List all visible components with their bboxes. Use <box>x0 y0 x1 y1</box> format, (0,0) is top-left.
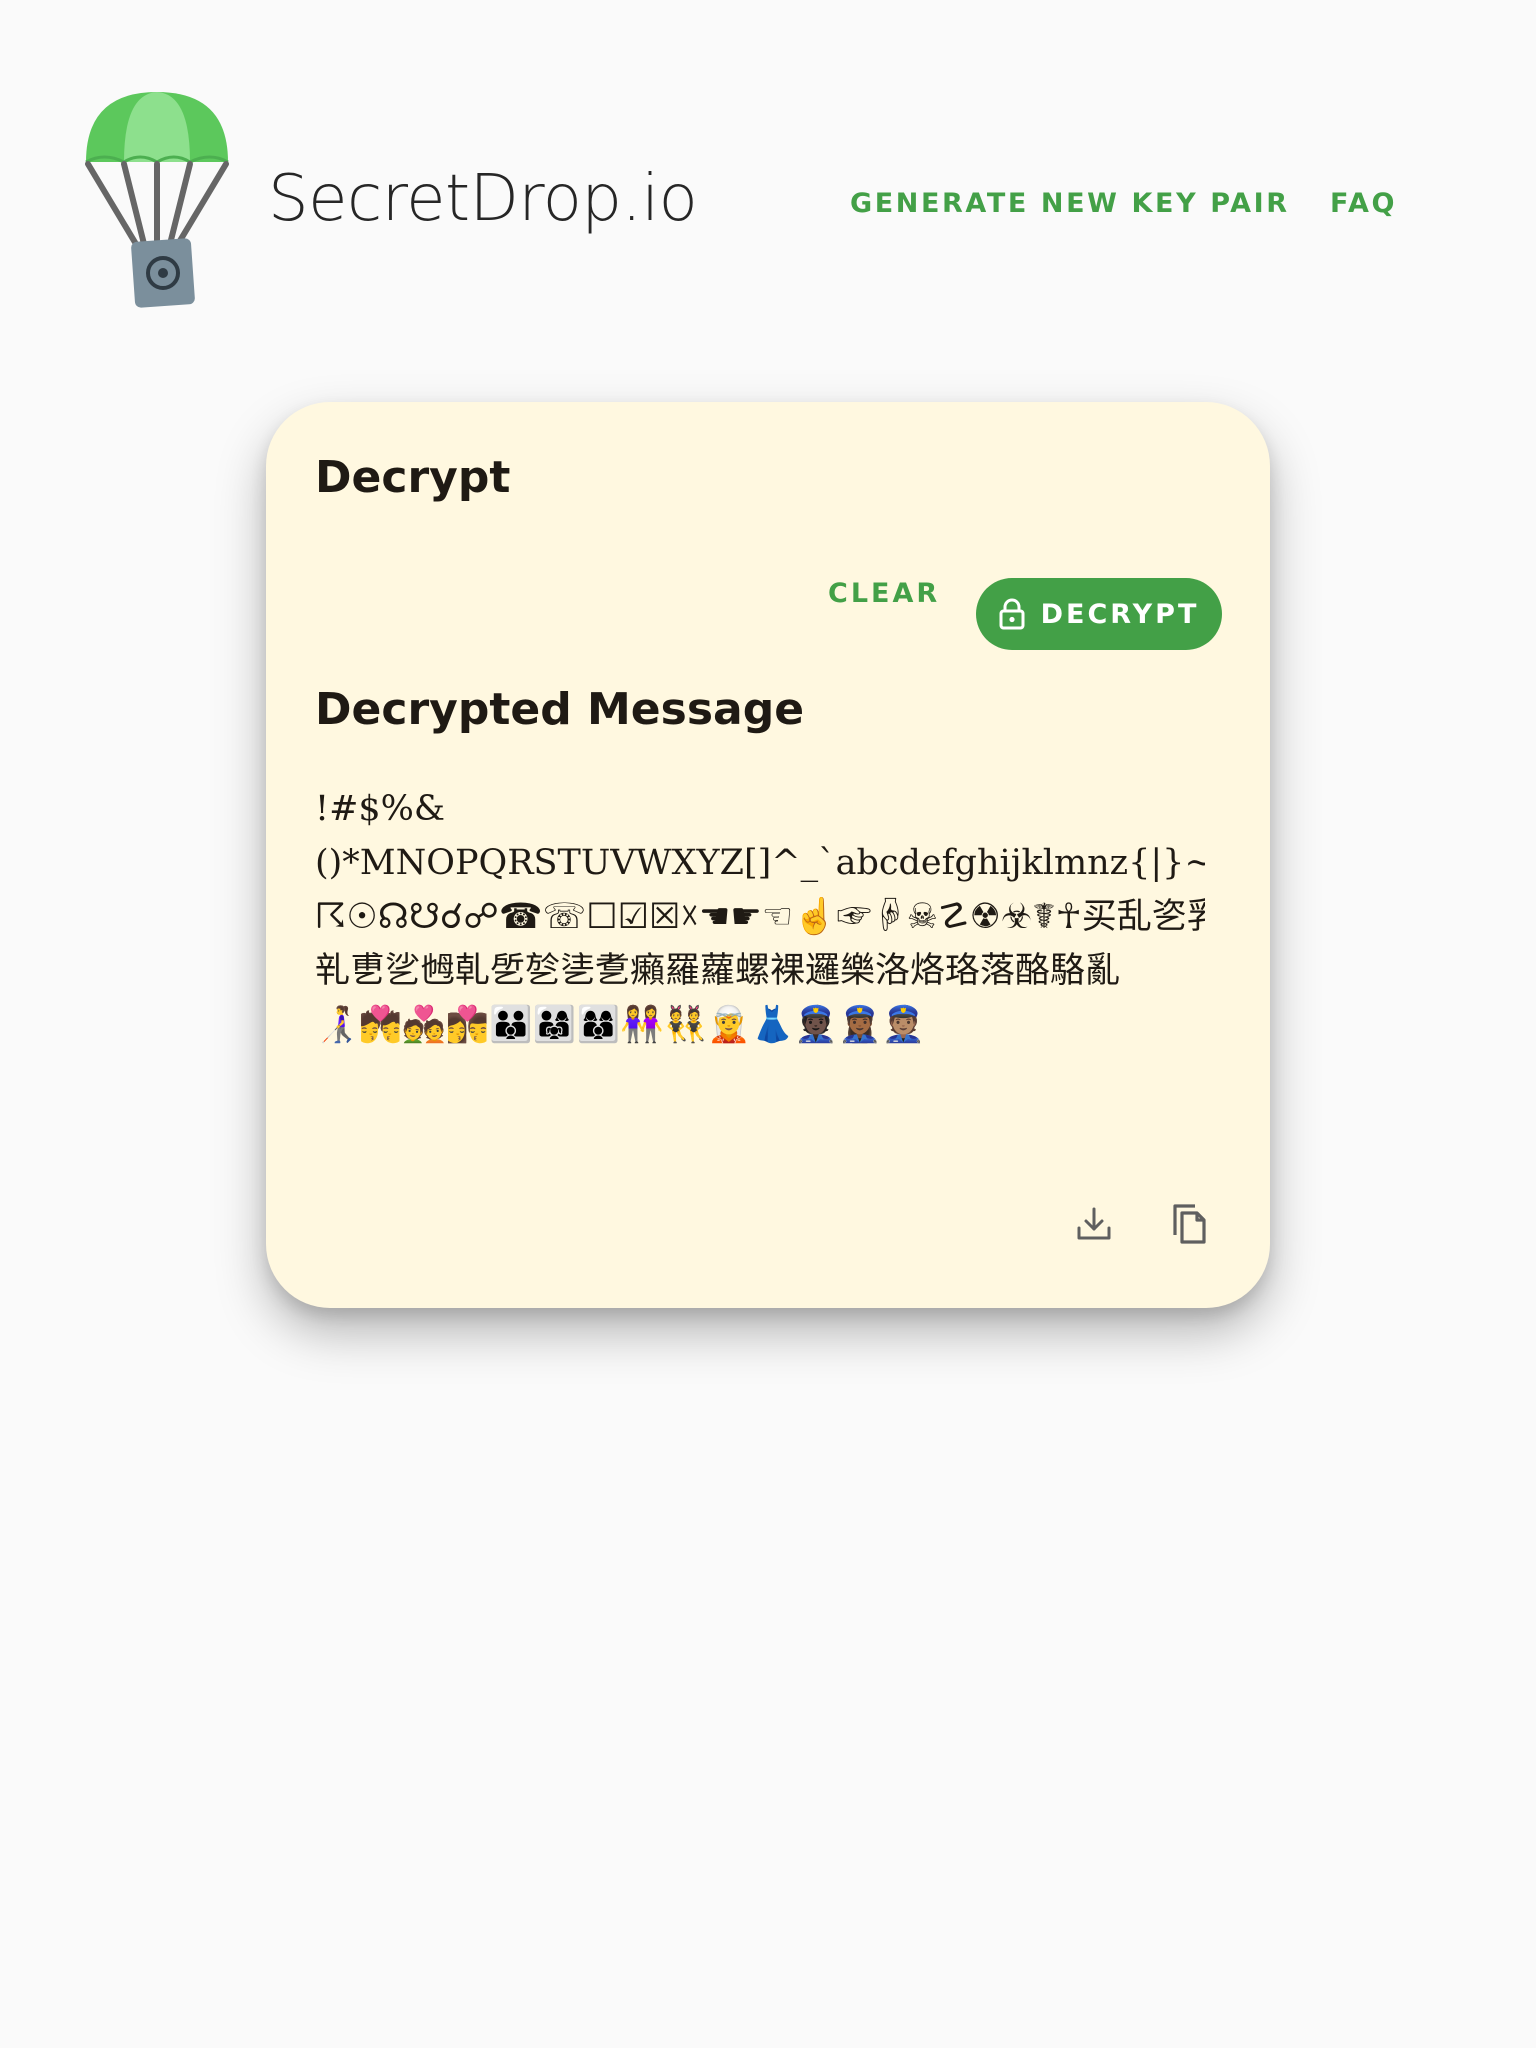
message-line: ()*MNOPQRSTUVWXYZ[]^_`abcdefghijklmnz{|}… <box>315 843 1205 883</box>
parachute-logo-icon <box>85 92 229 308</box>
decrypted-message-title: Decrypted Message <box>315 684 805 735</box>
site-title: SecretDrop.io <box>268 162 698 236</box>
message-line: ☈☉☊☋☌☍☎☏☐☑☒☓☚☛☜☝☞☟☠☡☢☣☤☥买乱乲乳乴 <box>315 897 1205 937</box>
message-line: 乵乶乷乸乹乺乻乼乽癩羅蘿螺裸邏樂洛烙珞落酪駱亂 <box>315 951 1121 991</box>
nav-generate-key-pair[interactable]: GENERATE NEW KEY PAIR <box>850 188 1290 219</box>
download-icon <box>1077 1207 1111 1240</box>
message-line: 👩‍🦯💏💑👩‍❤️‍💋‍👨👪👨‍👩‍👧👩‍👩‍👦👭👯🧝👗👮🏿👮🏾‍♀️👮🏽 <box>315 1005 926 1045</box>
clear-button[interactable]: CLEAR <box>828 578 940 609</box>
decrypt-button-label: DECRYPT <box>1040 598 1200 630</box>
message-line: !#$%& <box>315 789 446 829</box>
decrypt-card: Decrypt CLEAR DECRYPT Decrypted Message … <box>266 402 1270 1308</box>
copy-button[interactable] <box>1161 1196 1217 1252</box>
decrypted-message-text: !#$%& ()*MNOPQRSTUVWXYZ[]^_`abcdefghijkl… <box>315 782 1205 1062</box>
lock-icon <box>999 598 1025 630</box>
nav-faq[interactable]: FAQ <box>1330 188 1397 219</box>
copy-icon <box>1173 1204 1206 1244</box>
download-button[interactable] <box>1066 1196 1122 1252</box>
card-title: Decrypt <box>315 452 511 503</box>
decrypt-button[interactable]: DECRYPT <box>976 578 1222 650</box>
header: SecretDrop.io GENERATE NEW KEY PAIR FAQ <box>0 0 1536 320</box>
